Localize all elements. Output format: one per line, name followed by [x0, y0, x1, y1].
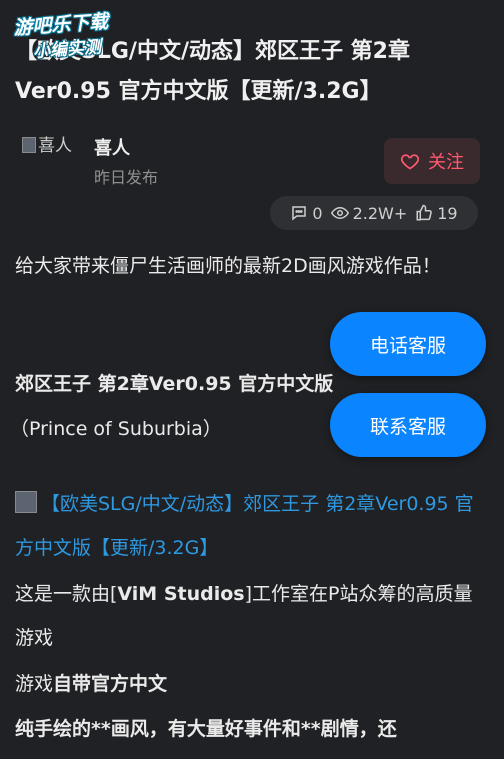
- comment-stat[interactable]: 0: [290, 203, 323, 223]
- phone-service-button[interactable]: 电话客服: [330, 312, 486, 376]
- view-stat: 2.2W+: [330, 203, 408, 223]
- view-count: 2.2W+: [352, 203, 408, 223]
- like-stat[interactable]: 19: [415, 203, 458, 223]
- follow-label: 关注: [428, 152, 464, 173]
- site-watermark-logo: 游吧乐下载 小编实测: [12, 7, 110, 64]
- intro-text: 给大家带来僵尸生活画师的最新2D画风游戏作品！: [15, 255, 441, 277]
- avatar-alt-text: 喜人: [38, 136, 72, 156]
- broken-image-icon: [22, 137, 36, 153]
- description: 这是一款由[ViM Studios]工作室在P站众筹的高质量游戏: [15, 572, 485, 660]
- like-count: 19: [437, 203, 458, 223]
- contact-service-button[interactable]: 联系客服: [330, 393, 486, 457]
- article-link[interactable]: 【欧美SLG/中文/动态】郊区王子 第2章Ver0.95 官方中文版【更新/3.…: [15, 493, 474, 559]
- thumbs-up-icon: [416, 204, 433, 221]
- comment-icon: [292, 206, 307, 221]
- feature-pre: 游戏: [15, 673, 54, 695]
- watermark-line2: 小编实测: [32, 37, 102, 62]
- broken-image-icon: [15, 491, 37, 513]
- last-line: 纯手绘的**画风，有大量好事件和**剧情，还: [15, 718, 397, 740]
- page: 游吧乐下载 小编实测 【欧美SLG/中文/动态】郊区王子 第2章Ver0.95 …: [0, 0, 504, 759]
- heart-icon: [400, 154, 420, 170]
- avatar[interactable]: 喜人: [22, 132, 74, 188]
- feature-bold: 自带官方中文: [53, 673, 168, 695]
- comment-count: 0: [312, 203, 323, 223]
- post-stats: 0 2.2W+ 19: [270, 196, 478, 230]
- desc-pre: 这是一款由[: [15, 583, 118, 605]
- feature-line: 游戏自带官方中文: [15, 662, 485, 706]
- publish-time: 昨日发布: [94, 168, 159, 187]
- eye-icon: [330, 206, 349, 220]
- author-name[interactable]: 喜人: [94, 134, 130, 160]
- studio-name: ViM Studios: [117, 583, 245, 605]
- follow-button[interactable]: 关注: [384, 138, 480, 184]
- cover-image-link[interactable]: 【欧美SLG/中文/动态】郊区王子 第2章Ver0.95 官方中文版【更新/3.…: [15, 482, 485, 570]
